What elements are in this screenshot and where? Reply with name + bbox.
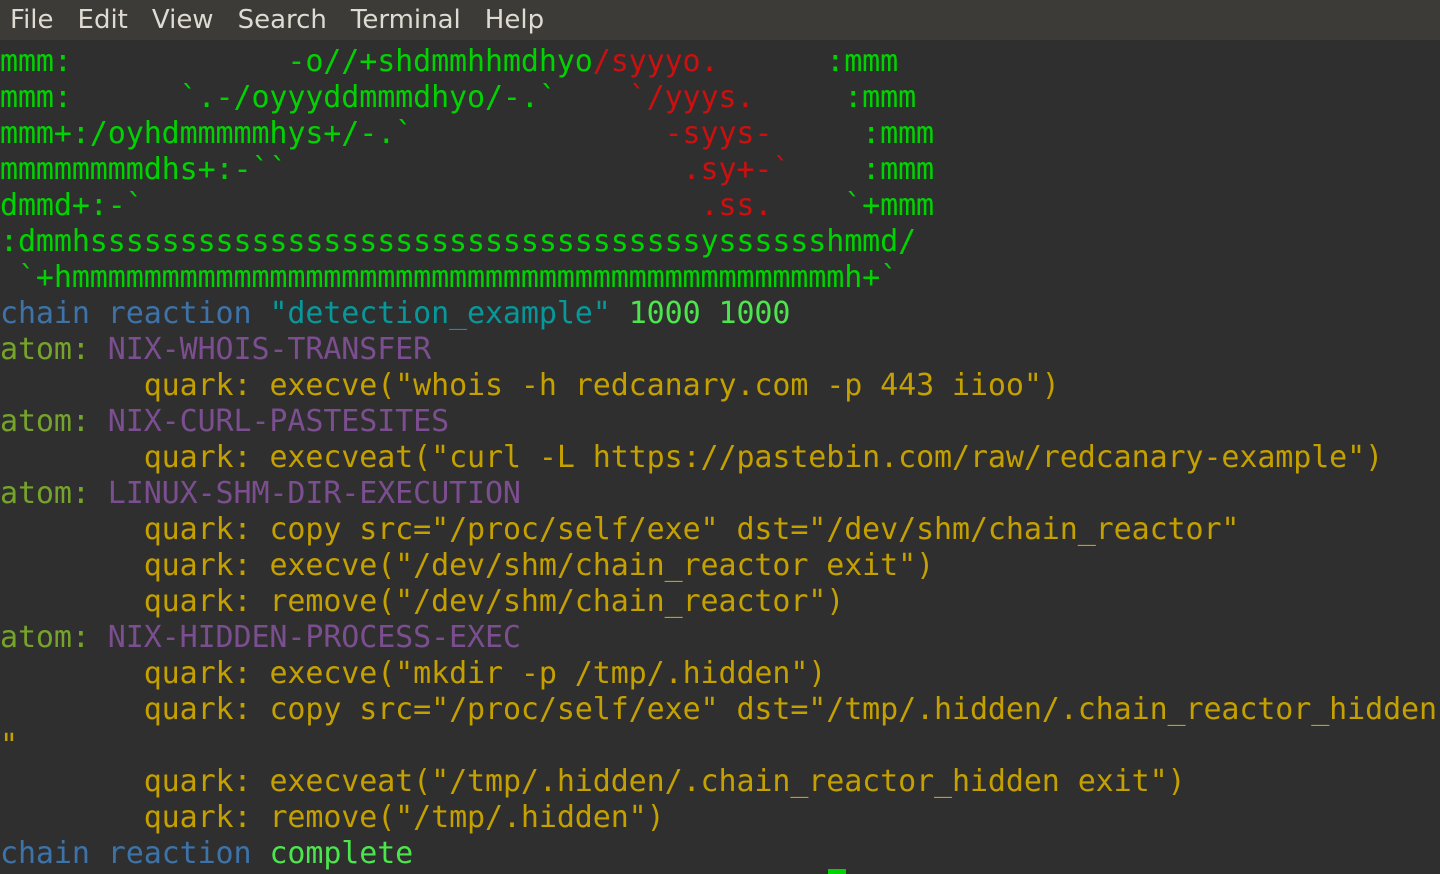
atom-line: atom: NIX-HIDDEN-PROCESS-EXEC (0, 620, 1440, 656)
menu-search[interactable]: Search (238, 0, 327, 40)
quark-line: quark: execveat("/tmp/.hidden/.chain_rea… (0, 764, 1440, 800)
header-name: "detection_example" (269, 296, 611, 331)
ascii-art-line: mmmmmmmmdhs+:-`` .sy+-` :mmm (0, 152, 1440, 188)
header-keyword: chain reaction (0, 296, 252, 331)
atom-name: NIX-WHOIS-TRANSFER (107, 332, 432, 367)
quark-line: quark: remove("/tmp/.hidden") (0, 800, 1440, 836)
quark-line: quark: remove("/dev/shm/chain_reactor") (0, 584, 1440, 620)
chain-reaction-footer: chain reaction complete (0, 836, 1440, 872)
atom-name: NIX-CURL-PASTESITES (107, 404, 450, 439)
atom-name: NIX-HIDDEN-PROCESS-EXEC (107, 620, 521, 655)
atom-line: atom: NIX-CURL-PASTESITES (0, 404, 1440, 440)
quark-line: quark: copy src="/proc/self/exe" dst="/d… (0, 512, 1440, 548)
quark-value: execve("whois -h redcanary.com -p 443 ii… (269, 368, 1060, 403)
ascii-art-segment: dmmd+:-` (0, 188, 144, 223)
menu-help[interactable]: Help (485, 0, 544, 40)
menu-file[interactable]: File (10, 0, 54, 40)
quark-value: execve("/dev/shm/chain_reactor exit") (269, 548, 935, 583)
quark-value: remove("/dev/shm/chain_reactor") (269, 584, 845, 619)
ascii-art-line: :dmmhssssssssssssssssssssssssssssssssssy… (0, 224, 917, 259)
menu-view[interactable]: View (152, 0, 214, 40)
ascii-art-segment: :mmm (790, 152, 935, 187)
menu-edit[interactable]: Edit (78, 0, 128, 40)
ascii-art-segment: `+mmm (772, 188, 935, 223)
quark-line: quark: execve("/dev/shm/chain_reactor ex… (0, 548, 1440, 584)
ascii-art-segment: `/yyys. (556, 80, 755, 115)
quark-label: quark: (143, 692, 252, 727)
ascii-art-segment: :mmm (718, 44, 899, 79)
ascii-art-line: mmm: `.-/oyyyddmmmdhyo/-.` `/yyys. :mmm (0, 80, 1440, 116)
atom-label: atom: (0, 332, 90, 367)
quark-value: execveat("/tmp/.hidden/.chain_reactor_hi… (269, 764, 1186, 799)
quark-value: copy src="/proc/self/exe" dst="/tmp/.hid… (269, 692, 1437, 727)
atom-line: atom: LINUX-SHM-DIR-EXECUTION (0, 476, 1440, 512)
quark-value-continuation: " (0, 728, 18, 763)
menu-bar: File Edit View Search Terminal Help (0, 0, 1440, 40)
ascii-art-segment: mmm: -o//+shdmmhhmdhyo (0, 44, 593, 79)
quark-label: quark: (143, 548, 252, 583)
quark-line: quark: copy src="/proc/self/exe" dst="/t… (0, 692, 1440, 728)
quark-value: remove("/tmp/.hidden") (269, 800, 665, 835)
quark-line: quark: execve("mkdir -p /tmp/.hidden") (0, 656, 1440, 692)
quark-label: quark: (143, 512, 252, 547)
quark-line: quark: execve("whois -h redcanary.com -p… (0, 368, 1440, 404)
ascii-art-line: dmmd+:-` .ss. `+mmm (0, 188, 1440, 224)
ascii-art-segment: :mmm (754, 80, 917, 115)
ascii-art-segment: mmm+:/oyhdmmmmmhys+/-.` (0, 116, 414, 151)
quark-value: execve("mkdir -p /tmp/.hidden") (269, 656, 827, 691)
ascii-art-segment: .sy+-` (287, 152, 791, 187)
terminal-cursor (828, 869, 846, 874)
menu-terminal[interactable]: Terminal (351, 0, 461, 40)
ascii-art-segment: -syys- (413, 116, 773, 151)
ascii-art-line: `+hmmmmmmmmmmmmmmmmmmmmmmmmmmmmmmmmmmmmm… (0, 260, 899, 295)
ascii-art-segment: .ss. (143, 188, 773, 223)
quark-label: quark: (143, 368, 252, 403)
ascii-art-segment: mmm: `.-/oyyyddmmmdhyo/-.` (0, 80, 557, 115)
quark-line-wrap: " (0, 728, 1440, 764)
atom-label: atom: (0, 476, 90, 511)
ascii-art-segment: :mmm (772, 116, 935, 151)
terminal-output[interactable]: mmm: -o//+shdmmhhmdhyo/syyyo. :mmm mmm: … (0, 44, 1440, 874)
footer-status: complete (269, 836, 414, 871)
footer-keyword: chain reaction (0, 836, 252, 871)
atom-label: atom: (0, 620, 90, 655)
ascii-art-line: mmm+:/oyhdmmmmmhys+/-.` -syys- :mmm (0, 116, 1440, 152)
quark-label: quark: (143, 764, 252, 799)
atom-line: atom: NIX-WHOIS-TRANSFER (0, 332, 1440, 368)
quark-value: execveat("curl -L https://pastebin.com/r… (269, 440, 1384, 475)
terminal-window: File Edit View Search Terminal Help mmm:… (0, 0, 1440, 874)
atom-name: LINUX-SHM-DIR-EXECUTION (107, 476, 521, 511)
ascii-art-segment: /syyyo. (592, 44, 719, 79)
atom-label: atom: (0, 404, 90, 439)
quark-label: quark: (143, 584, 252, 619)
quark-line: quark: execveat("curl -L https://pastebi… (0, 440, 1440, 476)
quark-label: quark: (143, 800, 252, 835)
quark-label: quark: (143, 440, 252, 475)
header-numbers: 1000 1000 (628, 296, 791, 331)
quark-value: copy src="/proc/self/exe" dst="/dev/shm/… (269, 512, 1240, 547)
quark-label: quark: (143, 656, 252, 691)
chain-reaction-header: chain reaction "detection_example" 1000 … (0, 296, 1440, 332)
ascii-art-segment: mmmmmmmmdhs+:-`` (0, 152, 288, 187)
ascii-art-line: mmm: -o//+shdmmhhmdhyo/syyyo. :mmm (0, 44, 1440, 80)
